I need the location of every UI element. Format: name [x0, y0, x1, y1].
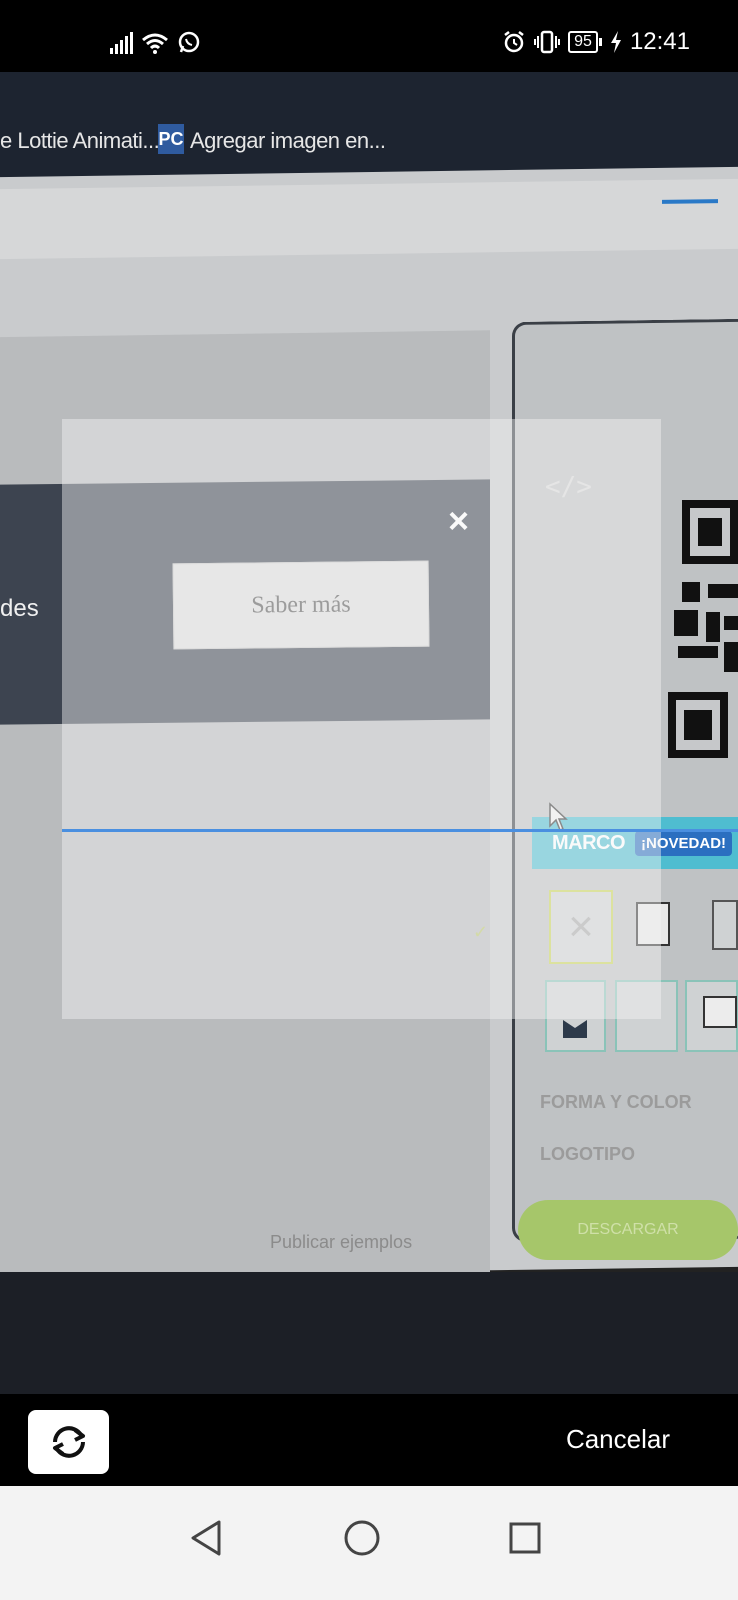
- back-triangle-icon: [191, 1520, 221, 1556]
- forma-color-label: FORMA Y COLOR: [540, 1092, 692, 1112]
- home-circle-icon: [344, 1520, 380, 1556]
- cancel-button[interactable]: Cancelar: [566, 1424, 670, 1455]
- system-nav-bar: [0, 1486, 738, 1600]
- whatsapp-icon: [178, 31, 200, 53]
- nav-home-button[interactable]: [332, 1508, 392, 1568]
- charging-icon: [610, 31, 621, 53]
- pc-badge-icon: PC: [158, 124, 184, 154]
- faded-link-text: Publicar ejemplos: [270, 1232, 413, 1252]
- switch-camera-button[interactable]: [28, 1410, 109, 1474]
- clock: 12:41: [629, 28, 690, 55]
- camera-controls: Cancelar: [0, 1394, 738, 1486]
- frame-option-3: [712, 900, 738, 950]
- recents-square-icon: [509, 1522, 541, 1554]
- scan-line: [62, 829, 738, 832]
- monitor-tab-bar: e Lottie Animati... PC Agregar imagen en…: [0, 72, 738, 182]
- monitor-tab-lottie: e Lottie Animati...: [0, 128, 160, 153]
- nav-recents-button[interactable]: [495, 1508, 555, 1568]
- battery-level: 95: [568, 31, 598, 53]
- active-tab-underline: [662, 199, 718, 204]
- logotipo-label: LOGOTIPO: [540, 1144, 636, 1164]
- battery-icon: 95: [568, 31, 602, 53]
- nav-back-button[interactable]: [176, 1508, 236, 1568]
- qr-code-icon: [668, 500, 738, 758]
- status-bar: 95 12:41: [0, 0, 738, 72]
- download-button: DESCARGAR: [518, 1200, 738, 1260]
- signal-icon: [110, 32, 133, 54]
- banner-partial-text: des: [0, 595, 39, 622]
- alarm-icon: [504, 31, 524, 53]
- status-left: [110, 30, 201, 54]
- frame-option-6: [685, 980, 738, 1052]
- switch-camera-icon: [52, 1426, 85, 1458]
- status-right: 95 12:41: [502, 28, 690, 56]
- wifi-icon: [142, 33, 168, 54]
- vibrate-icon: [534, 30, 561, 54]
- screen-header-strip: [0, 178, 738, 260]
- monitor-tab-agregar: Agregar imagen en...: [190, 128, 386, 153]
- qr-scan-frame: [62, 419, 661, 1019]
- monitor-bezel: [0, 1272, 738, 1394]
